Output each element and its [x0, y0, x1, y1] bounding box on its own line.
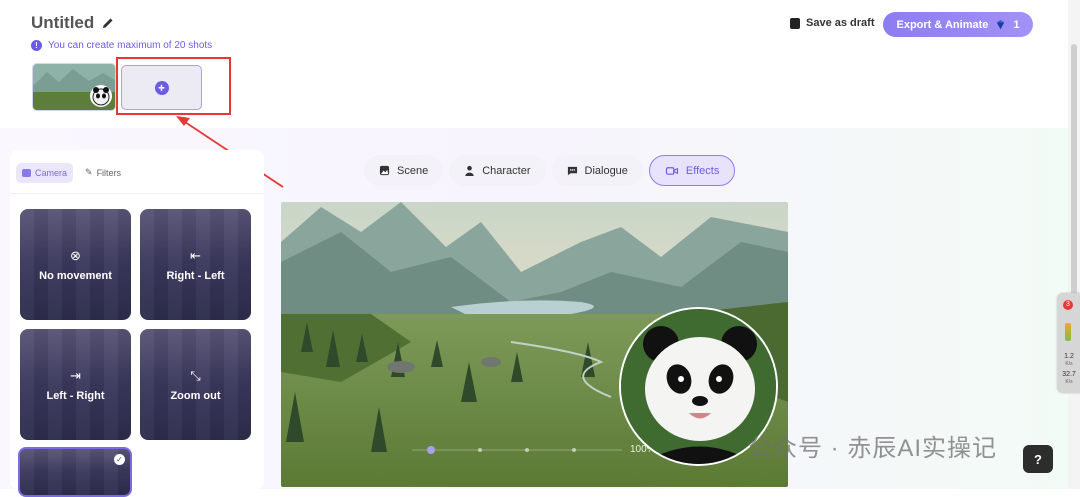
card-label: Zoom out [170, 389, 221, 402]
camera-icon [22, 168, 31, 177]
arrow-right-bar-icon: ⇥ [70, 367, 81, 383]
download-speed: 32.7 [1062, 371, 1076, 378]
card-label: Left - Right [46, 389, 105, 402]
export-count: 1 [1013, 18, 1020, 31]
tab-scene[interactable]: Scene [364, 155, 444, 186]
chat-icon [567, 166, 577, 176]
shot-limit-notice: ! You can create maximum of 20 shots [31, 40, 212, 51]
tab-filters-label: Filters [96, 167, 122, 178]
camera-option-no-movement[interactable]: ⊗ No movement [20, 209, 131, 320]
tab-effects-label: Effects [685, 164, 720, 177]
save-icon [790, 17, 800, 29]
shot-thumbnail-image [33, 64, 115, 110]
save-draft-button[interactable]: Save as draft [790, 17, 874, 29]
export-label: Export & Animate [896, 18, 989, 31]
tab-effects[interactable]: Effects [648, 155, 736, 186]
image-icon [379, 165, 390, 176]
card-label: No movement [39, 269, 112, 282]
arrow-left-bar-icon: ⇤ [190, 247, 201, 263]
editor-tabs: Scene Character Dialogue Effects [364, 155, 736, 186]
tab-filters[interactable]: ✎ Filters [79, 162, 127, 183]
upload-speed-unit: K/s [1065, 361, 1073, 367]
network-monitor-widget[interactable]: 3 1.2 K/s 32.7 K/s [1057, 293, 1080, 393]
camera-option-right-left[interactable]: ⇤ Right - Left [140, 209, 251, 320]
divider [10, 193, 264, 194]
status-bar-icon [1065, 323, 1071, 341]
tab-dialogue-label: Dialogue [584, 164, 628, 177]
help-button[interactable]: ? [1023, 445, 1053, 473]
save-draft-label: Save as draft [806, 17, 875, 29]
gem-icon [997, 19, 1005, 30]
card-label: Right - Left [166, 269, 225, 282]
tab-character-label: Character [482, 164, 531, 177]
side-panel-tabs: Camera ✎ Filters [16, 162, 127, 183]
camera-effects-panel: Camera ✎ Filters ⊗ No movement ⇤ Right -… [10, 150, 264, 497]
tab-camera-label: Camera [35, 167, 68, 178]
info-icon: ! [31, 40, 42, 51]
video-camera-icon [665, 167, 678, 175]
playback-scrubber[interactable] [412, 446, 622, 454]
notification-badge: 3 [1063, 300, 1073, 310]
person-icon [465, 165, 474, 176]
camera-option-zoom-out[interactable]: ⤡ Zoom out [140, 329, 251, 440]
tab-dialogue[interactable]: Dialogue [551, 155, 643, 186]
tab-scene-label: Scene [397, 164, 429, 177]
download-speed-unit: K/s [1065, 379, 1073, 385]
zoom-out-icon: ⤡ [190, 367, 201, 383]
header: Untitled ! You can create maximum of 20 … [0, 0, 1080, 128]
no-movement-icon: ⊗ [70, 247, 81, 263]
watermark-text: 公众号 · 赤辰AI实操记 [748, 435, 998, 462]
shot-limit-text: You can create maximum of 20 shots [48, 40, 213, 51]
tab-camera[interactable]: Camera [16, 162, 74, 183]
annotation-highlight-box [116, 57, 231, 115]
tab-character[interactable]: Character [449, 155, 546, 186]
edit-pencil-icon[interactable] [102, 17, 114, 29]
upload-speed: 1.2 [1064, 353, 1074, 360]
camera-option-left-right[interactable]: ⇥ Left - Right [20, 329, 131, 440]
page-title[interactable]: Untitled [31, 13, 114, 33]
export-animate-button[interactable]: Export & Animate 1 [883, 12, 1033, 37]
magic-wand-icon: ✎ [85, 167, 93, 177]
check-icon: ✓ [114, 454, 125, 465]
title-text[interactable]: Untitled [31, 13, 94, 33]
scrollbar-thumb[interactable] [1071, 44, 1077, 304]
camera-option-selected[interactable]: ✓ [18, 447, 132, 497]
shot-thumbnail[interactable] [32, 63, 116, 111]
